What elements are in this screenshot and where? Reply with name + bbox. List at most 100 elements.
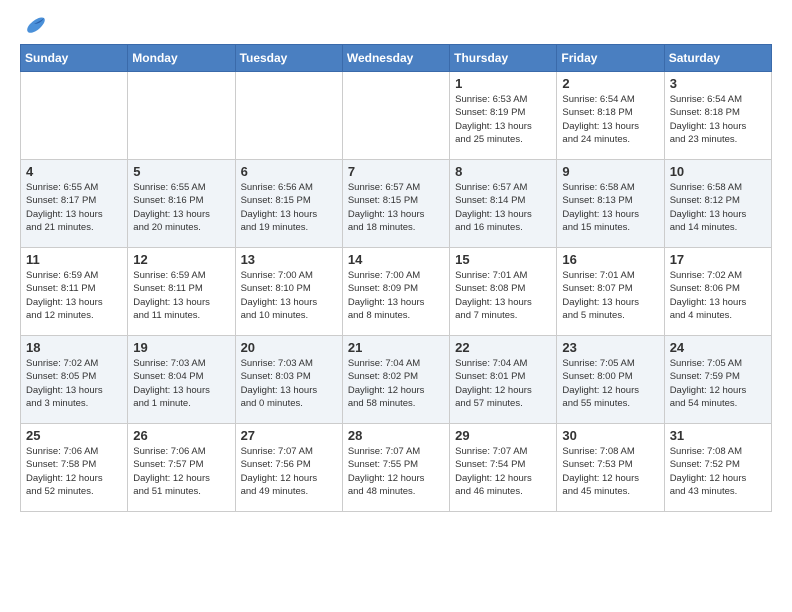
day-number: 21 bbox=[348, 340, 444, 355]
page-header bbox=[20, 16, 772, 34]
day-info: Sunrise: 6:58 AM Sunset: 8:13 PM Dayligh… bbox=[562, 181, 658, 234]
day-number: 14 bbox=[348, 252, 444, 267]
calendar-cell: 1 Sunrise: 6:53 AM Sunset: 8:19 PM Daylig… bbox=[450, 72, 557, 160]
calendar-cell: 29Sunrise: 7:07 AM Sunset: 7:54 PM Dayli… bbox=[450, 424, 557, 512]
calendar-cell: 10Sunrise: 6:58 AM Sunset: 8:12 PM Dayli… bbox=[664, 160, 771, 248]
day-number: 7 bbox=[348, 164, 444, 179]
day-info: Sunrise: 6:59 AM Sunset: 8:11 PM Dayligh… bbox=[133, 269, 229, 322]
day-info: Sunrise: 7:00 AM Sunset: 8:10 PM Dayligh… bbox=[241, 269, 337, 322]
calendar-cell: 13 Sunrise: 7:00 AM Sunset: 8:10 PM Dayli… bbox=[235, 248, 342, 336]
day-info: Sunrise: 7:07 AM Sunset: 7:55 PM Dayligh… bbox=[348, 445, 444, 498]
day-number: 2 bbox=[562, 76, 658, 91]
calendar-cell: 31 Sunrise: 7:08 AM Sunset: 7:52 PM Dayli… bbox=[664, 424, 771, 512]
calendar-cell: 28 Sunrise: 7:07 AM Sunset: 7:55 PM Dayli… bbox=[342, 424, 449, 512]
calendar-cell: 21 Sunrise: 7:04 AM Sunset: 8:02 PM Dayli… bbox=[342, 336, 449, 424]
day-info: Sunrise: 7:04 AM Sunset: 8:02 PM Dayligh… bbox=[348, 357, 444, 410]
calendar-week-row: 11 Sunrise: 6:59 AM Sunset: 8:11 PM Dayli… bbox=[21, 248, 772, 336]
day-info: Sunrise: 7:05 AM Sunset: 7:59 PM Dayligh… bbox=[670, 357, 766, 410]
day-info: Sunrise: 6:57 AM Sunset: 8:15 PM Dayligh… bbox=[348, 181, 444, 234]
day-number: 27 bbox=[241, 428, 337, 443]
calendar-cell: 17 Sunrise: 7:02 AM Sunset: 8:06 PM Dayli… bbox=[664, 248, 771, 336]
calendar-col-friday: Friday bbox=[557, 45, 664, 72]
calendar-cell: 6 Sunrise: 6:56 AM Sunset: 8:15 PM Daylig… bbox=[235, 160, 342, 248]
calendar-cell bbox=[342, 72, 449, 160]
day-info: Sunrise: 7:07 AM Sunset: 7:56 PM Dayligh… bbox=[241, 445, 337, 498]
calendar-col-sunday: Sunday bbox=[21, 45, 128, 72]
day-number: 28 bbox=[348, 428, 444, 443]
day-number: 12 bbox=[133, 252, 229, 267]
day-info: Sunrise: 7:05 AM Sunset: 8:00 PM Dayligh… bbox=[562, 357, 658, 410]
day-number: 29 bbox=[455, 428, 551, 443]
day-info: Sunrise: 6:55 AM Sunset: 8:16 PM Dayligh… bbox=[133, 181, 229, 234]
day-number: 26 bbox=[133, 428, 229, 443]
calendar-col-saturday: Saturday bbox=[664, 45, 771, 72]
day-number: 15 bbox=[455, 252, 551, 267]
calendar-cell: 8 Sunrise: 6:57 AM Sunset: 8:14 PM Daylig… bbox=[450, 160, 557, 248]
day-number: 24 bbox=[670, 340, 766, 355]
day-info: Sunrise: 6:55 AM Sunset: 8:17 PM Dayligh… bbox=[26, 181, 122, 234]
day-info: Sunrise: 7:06 AM Sunset: 7:58 PM Dayligh… bbox=[26, 445, 122, 498]
day-number: 1 bbox=[455, 76, 551, 91]
calendar-cell: 14 Sunrise: 7:00 AM Sunset: 8:09 PM Dayli… bbox=[342, 248, 449, 336]
day-number: 11 bbox=[26, 252, 122, 267]
day-number: 18 bbox=[26, 340, 122, 355]
day-info: Sunrise: 7:01 AM Sunset: 8:07 PM Dayligh… bbox=[562, 269, 658, 322]
day-info: Sunrise: 6:58 AM Sunset: 8:12 PM Dayligh… bbox=[670, 181, 766, 234]
calendar-week-row: 25 Sunrise: 7:06 AM Sunset: 7:58 PM Dayli… bbox=[21, 424, 772, 512]
calendar-week-row: 4 Sunrise: 6:55 AM Sunset: 8:17 PM Daylig… bbox=[21, 160, 772, 248]
day-info: Sunrise: 7:02 AM Sunset: 8:05 PM Dayligh… bbox=[26, 357, 122, 410]
calendar-cell: 5Sunrise: 6:55 AM Sunset: 8:16 PM Daylig… bbox=[128, 160, 235, 248]
calendar-cell: 24 Sunrise: 7:05 AM Sunset: 7:59 PM Dayli… bbox=[664, 336, 771, 424]
calendar-header-row: SundayMondayTuesdayWednesdayThursdayFrid… bbox=[21, 45, 772, 72]
calendar-cell bbox=[128, 72, 235, 160]
calendar-cell: 20 Sunrise: 7:03 AM Sunset: 8:03 PM Dayli… bbox=[235, 336, 342, 424]
logo bbox=[20, 16, 46, 34]
day-number: 22 bbox=[455, 340, 551, 355]
day-number: 31 bbox=[670, 428, 766, 443]
day-number: 3 bbox=[670, 76, 766, 91]
day-info: Sunrise: 7:00 AM Sunset: 8:09 PM Dayligh… bbox=[348, 269, 444, 322]
calendar-cell: 22 Sunrise: 7:04 AM Sunset: 8:01 PM Dayli… bbox=[450, 336, 557, 424]
day-info: Sunrise: 6:57 AM Sunset: 8:14 PM Dayligh… bbox=[455, 181, 551, 234]
day-info: Sunrise: 7:06 AM Sunset: 7:57 PM Dayligh… bbox=[133, 445, 229, 498]
day-info: Sunrise: 7:01 AM Sunset: 8:08 PM Dayligh… bbox=[455, 269, 551, 322]
day-number: 13 bbox=[241, 252, 337, 267]
calendar-cell: 25 Sunrise: 7:06 AM Sunset: 7:58 PM Dayli… bbox=[21, 424, 128, 512]
calendar-cell bbox=[21, 72, 128, 160]
day-info: Sunrise: 6:53 AM Sunset: 8:19 PM Dayligh… bbox=[455, 93, 551, 146]
day-info: Sunrise: 7:08 AM Sunset: 7:53 PM Dayligh… bbox=[562, 445, 658, 498]
day-number: 20 bbox=[241, 340, 337, 355]
day-number: 16 bbox=[562, 252, 658, 267]
calendar-cell: 11 Sunrise: 6:59 AM Sunset: 8:11 PM Dayli… bbox=[21, 248, 128, 336]
day-number: 23 bbox=[562, 340, 658, 355]
day-info: Sunrise: 7:03 AM Sunset: 8:03 PM Dayligh… bbox=[241, 357, 337, 410]
calendar-cell: 12 Sunrise: 6:59 AM Sunset: 8:11 PM Dayli… bbox=[128, 248, 235, 336]
day-info: Sunrise: 6:59 AM Sunset: 8:11 PM Dayligh… bbox=[26, 269, 122, 322]
calendar-cell bbox=[235, 72, 342, 160]
day-info: Sunrise: 7:08 AM Sunset: 7:52 PM Dayligh… bbox=[670, 445, 766, 498]
calendar-cell: 9 Sunrise: 6:58 AM Sunset: 8:13 PM Daylig… bbox=[557, 160, 664, 248]
day-info: Sunrise: 7:02 AM Sunset: 8:06 PM Dayligh… bbox=[670, 269, 766, 322]
day-number: 9 bbox=[562, 164, 658, 179]
calendar-col-thursday: Thursday bbox=[450, 45, 557, 72]
calendar-cell: 23 Sunrise: 7:05 AM Sunset: 8:00 PM Dayli… bbox=[557, 336, 664, 424]
day-number: 25 bbox=[26, 428, 122, 443]
calendar-cell: 26 Sunrise: 7:06 AM Sunset: 7:57 PM Dayli… bbox=[128, 424, 235, 512]
calendar-cell: 16 Sunrise: 7:01 AM Sunset: 8:07 PM Dayli… bbox=[557, 248, 664, 336]
calendar-week-row: 18 Sunrise: 7:02 AM Sunset: 8:05 PM Dayli… bbox=[21, 336, 772, 424]
calendar-cell: 18 Sunrise: 7:02 AM Sunset: 8:05 PM Dayli… bbox=[21, 336, 128, 424]
calendar-week-row: 1 Sunrise: 6:53 AM Sunset: 8:19 PM Daylig… bbox=[21, 72, 772, 160]
calendar-cell: 27 Sunrise: 7:07 AM Sunset: 7:56 PM Dayli… bbox=[235, 424, 342, 512]
day-number: 8 bbox=[455, 164, 551, 179]
calendar-table: SundayMondayTuesdayWednesdayThursdayFrid… bbox=[20, 44, 772, 512]
calendar-cell: 15 Sunrise: 7:01 AM Sunset: 8:08 PM Dayli… bbox=[450, 248, 557, 336]
calendar-cell: 3Sunrise: 6:54 AM Sunset: 8:18 PM Daylig… bbox=[664, 72, 771, 160]
calendar-cell: 2Sunrise: 6:54 AM Sunset: 8:18 PM Daylig… bbox=[557, 72, 664, 160]
day-info: Sunrise: 6:56 AM Sunset: 8:15 PM Dayligh… bbox=[241, 181, 337, 234]
day-info: Sunrise: 7:04 AM Sunset: 8:01 PM Dayligh… bbox=[455, 357, 551, 410]
day-number: 6 bbox=[241, 164, 337, 179]
calendar-col-tuesday: Tuesday bbox=[235, 45, 342, 72]
day-number: 17 bbox=[670, 252, 766, 267]
calendar-cell: 7 Sunrise: 6:57 AM Sunset: 8:15 PM Daylig… bbox=[342, 160, 449, 248]
day-number: 4 bbox=[26, 164, 122, 179]
